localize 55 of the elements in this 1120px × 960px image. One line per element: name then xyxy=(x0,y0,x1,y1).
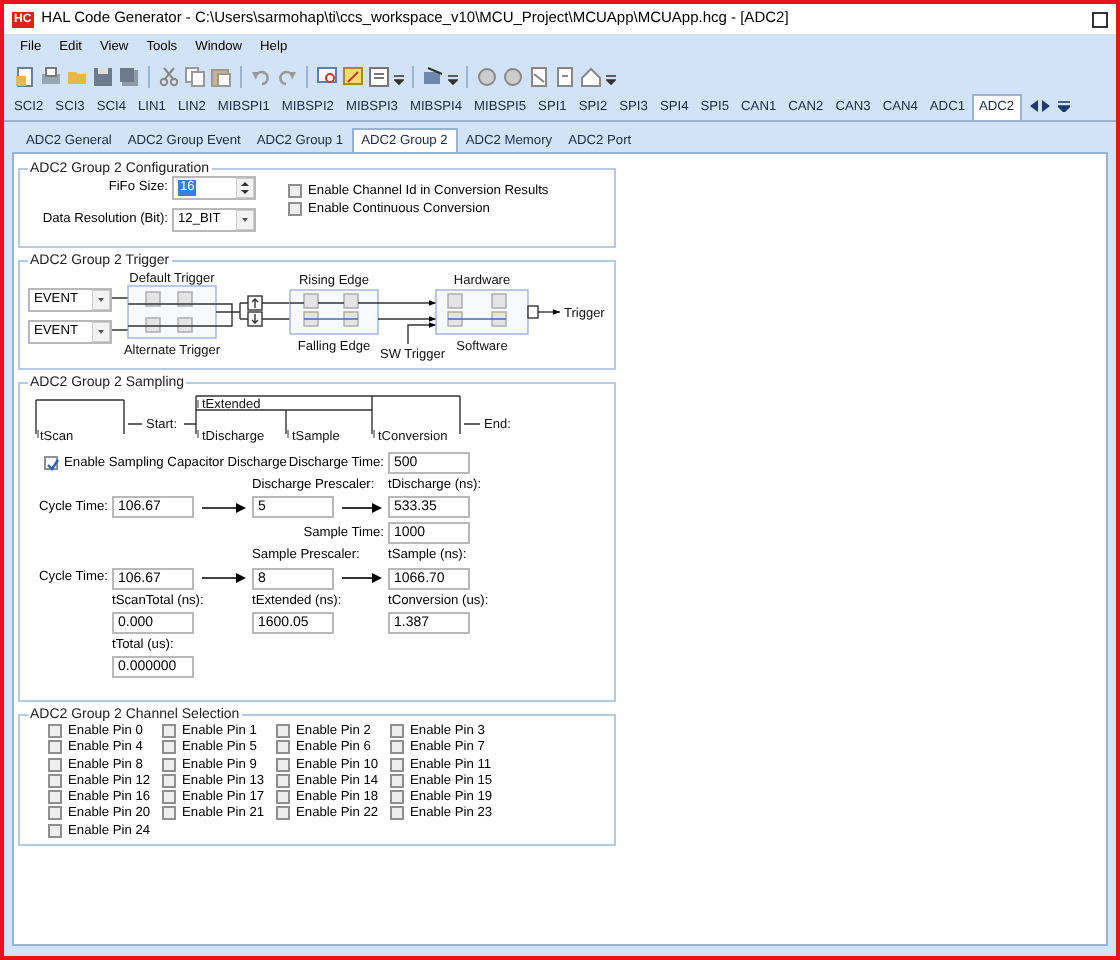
checkbox[interactable] xyxy=(44,456,58,470)
checkbox[interactable] xyxy=(390,790,404,805)
new-file-icon[interactable] xyxy=(14,65,36,87)
redo-icon[interactable] xyxy=(276,65,298,87)
caret-icon xyxy=(236,210,254,230)
checkbox[interactable] xyxy=(162,740,176,755)
checkbox[interactable] xyxy=(390,740,404,755)
maximize-icon[interactable] xyxy=(1092,11,1108,27)
circle-icon[interactable] xyxy=(476,65,498,87)
document-icon[interactable] xyxy=(528,65,550,87)
checkbox[interactable] xyxy=(288,184,302,199)
cut-icon[interactable] xyxy=(158,65,180,87)
checkbox[interactable] xyxy=(276,790,290,805)
checkbox[interactable] xyxy=(288,202,302,217)
checkbox[interactable] xyxy=(276,757,290,772)
save-all-icon[interactable] xyxy=(118,65,140,87)
paste-icon[interactable] xyxy=(210,65,232,87)
checkbox[interactable] xyxy=(162,773,176,788)
flow-arrow xyxy=(201,573,246,583)
checkbox[interactable] xyxy=(48,823,62,838)
list-window-icon[interactable] xyxy=(368,65,390,87)
checkbox[interactable] xyxy=(48,773,62,788)
checkbox[interactable] xyxy=(390,806,404,821)
print-icon[interactable] xyxy=(40,65,62,87)
undo-icon[interactable] xyxy=(250,65,272,87)
checkbox[interactable] xyxy=(276,773,290,788)
circle-icon[interactable] xyxy=(502,65,524,87)
window-edit-icon[interactable] xyxy=(342,65,364,87)
checkbox[interactable] xyxy=(48,724,62,739)
checkbox[interactable] xyxy=(390,724,404,739)
save-icon[interactable] xyxy=(92,65,114,87)
checkbox[interactable] xyxy=(390,757,404,772)
spin-arrows-icon[interactable] xyxy=(236,178,254,198)
caret-icon xyxy=(92,289,110,309)
checkbox[interactable] xyxy=(276,724,290,739)
flow-arrow xyxy=(341,573,382,583)
checkbox[interactable] xyxy=(162,806,176,821)
checkbox[interactable] xyxy=(162,757,176,772)
checkbox[interactable] xyxy=(162,724,176,739)
checkbox[interactable] xyxy=(276,806,290,821)
checkbox[interactable] xyxy=(276,740,290,755)
tab-list-icon[interactable] xyxy=(1058,100,1071,112)
checkbox[interactable] xyxy=(48,806,62,821)
scroll-arrows-icon[interactable] xyxy=(1030,100,1051,112)
window-search-icon[interactable] xyxy=(316,65,338,87)
checkbox[interactable] xyxy=(390,773,404,788)
checkbox[interactable] xyxy=(162,790,176,805)
caret-icon xyxy=(92,321,110,341)
checkbox[interactable] xyxy=(48,740,62,755)
checkbox[interactable] xyxy=(48,757,62,772)
document-icon[interactable] xyxy=(554,65,576,87)
copy-icon[interactable] xyxy=(184,65,206,87)
flow-arrow xyxy=(341,502,382,513)
checkbox[interactable] xyxy=(48,790,62,805)
flow-arrow xyxy=(201,502,246,513)
